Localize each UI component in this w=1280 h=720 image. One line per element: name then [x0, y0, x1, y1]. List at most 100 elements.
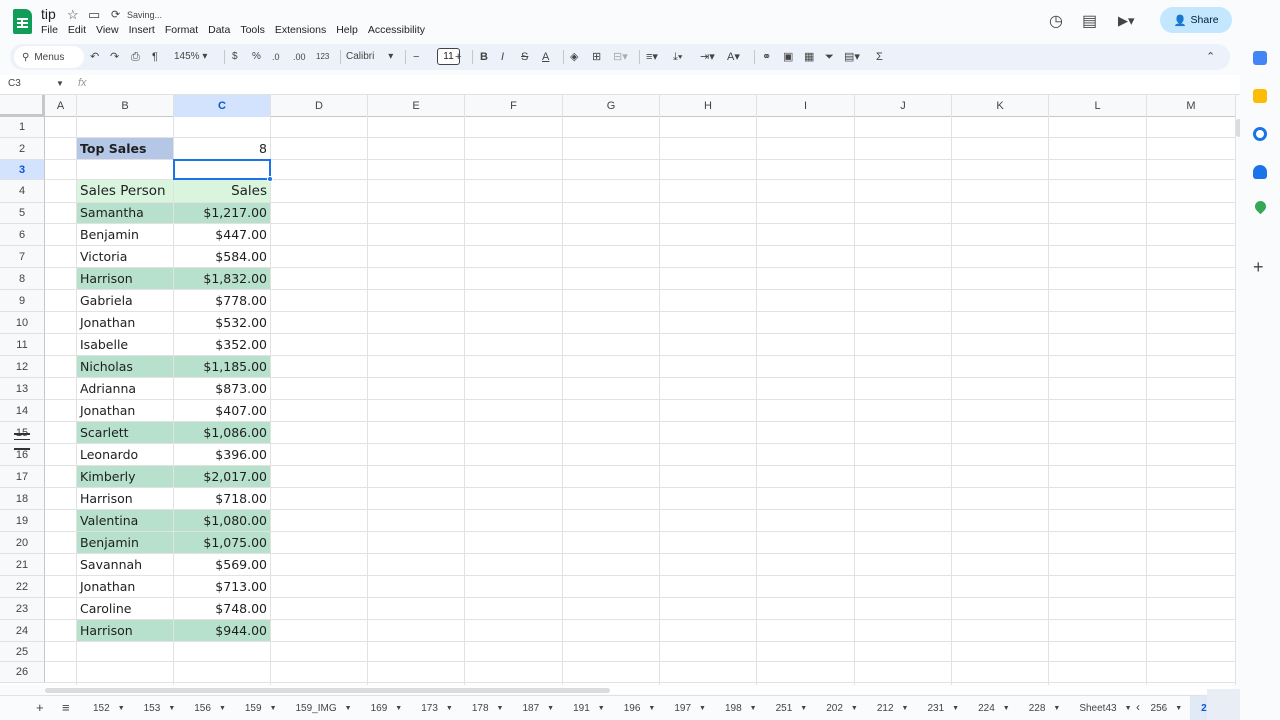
sales-value-cell[interactable]: $1,086.00 [174, 422, 270, 443]
row-header-22[interactable]: 22 [0, 576, 45, 598]
row-resize-handle[interactable] [14, 448, 30, 450]
get-addons-icon[interactable]: + [1253, 257, 1264, 278]
sales-value-cell[interactable]: $1,080.00 [174, 510, 270, 531]
text-wrapping-icon[interactable]: ⇥▾ [700, 48, 715, 66]
column-header-l[interactable]: L [1049, 95, 1147, 117]
sheet-tab-202[interactable]: 202 ▼ [815, 696, 866, 720]
version-history-icon[interactable]: ◷ [1049, 11, 1063, 31]
collapse-toolbar-icon[interactable]: ⌃ [1206, 48, 1215, 66]
row-header-11[interactable]: 11 [0, 334, 45, 356]
menu-format[interactable]: Format [165, 24, 198, 36]
vertical-align-icon[interactable]: ⤓▾ [673, 48, 682, 66]
keep-icon[interactable] [1253, 89, 1267, 103]
sheet-tab-191[interactable]: 191 ▼ [562, 696, 613, 720]
menu-view[interactable]: View [96, 24, 119, 36]
calendar-icon[interactable] [1253, 51, 1267, 65]
sales-value-cell[interactable]: $778.00 [174, 290, 270, 311]
print-icon[interactable]: ⎙ [131, 48, 140, 66]
sales-person-cell[interactable]: Victoria [77, 246, 173, 267]
sheet-tab-sheet43[interactable]: Sheet43 ▼ [1068, 696, 1139, 720]
chevron-down-icon[interactable]: ▼ [1125, 705, 1132, 712]
sales-value-cell[interactable]: $748.00 [174, 598, 270, 619]
row-header-4[interactable]: 4 [0, 180, 45, 203]
chevron-down-icon[interactable]: ▼ [952, 705, 959, 712]
sales-value-cell[interactable]: $407.00 [174, 400, 270, 421]
sheet-tab-173[interactable]: 173 ▼ [410, 696, 461, 720]
sales-person-cell[interactable]: Savannah [77, 554, 173, 575]
sales-person-cell[interactable]: Jonathan [77, 400, 173, 421]
sales-value-cell[interactable]: $2,017.00 [174, 466, 270, 487]
chevron-down-icon[interactable]: ▼ [56, 79, 64, 88]
all-sheets-icon[interactable]: ≡ [62, 700, 70, 715]
sales-value-cell[interactable]: $1,217.00 [174, 203, 270, 223]
sales-value-cell[interactable]: $718.00 [174, 488, 270, 509]
horizontal-scrollbar[interactable] [45, 686, 1235, 694]
menu-help[interactable]: Help [336, 24, 358, 36]
bold-icon[interactable]: B [480, 48, 488, 66]
column-header-m[interactable]: M [1147, 95, 1236, 117]
sheet-tab-169[interactable]: 169 ▼ [360, 696, 411, 720]
functions-icon[interactable]: Σ [876, 48, 883, 66]
sales-person-cell[interactable]: Isabelle [77, 334, 173, 355]
row-header-8[interactable]: 8 [0, 268, 45, 290]
comments-icon[interactable]: ▤ [1082, 11, 1097, 31]
share-button[interactable]: 👤 Share [1160, 7, 1232, 33]
chevron-down-icon[interactable]: ▼ [118, 705, 125, 712]
sheet-tab-156[interactable]: 156 ▼ [183, 696, 234, 720]
horizontal-align-icon[interactable]: ≡▾ [646, 48, 658, 66]
sales-person-cell[interactable]: Adrianna [77, 378, 173, 399]
menu-tools[interactable]: Tools [240, 24, 265, 36]
sales-person-cell[interactable]: Jonathan [77, 312, 173, 333]
italic-icon[interactable]: I [501, 48, 504, 66]
sheet-tab-159_img[interactable]: 159_IMG ▼ [285, 696, 360, 720]
chevron-down-icon[interactable]: ▼ [168, 705, 175, 712]
sales-value-cell[interactable]: $713.00 [174, 576, 270, 597]
sheet-tab-196[interactable]: 196 ▼ [613, 696, 664, 720]
sales-value-cell[interactable]: $1,185.00 [174, 356, 270, 377]
row-header-12[interactable]: 12 [0, 356, 45, 378]
sales-value-cell[interactable]: $532.00 [174, 312, 270, 333]
row-header-2[interactable]: 2 [0, 138, 45, 160]
menu-search[interactable]: ⚲ Menus [14, 46, 84, 68]
row-header-21[interactable]: 21 [0, 554, 45, 576]
sales-value-cell[interactable]: $396.00 [174, 444, 270, 465]
document-title[interactable]: tip [41, 6, 56, 22]
chevron-down-icon[interactable]: ▼ [547, 705, 554, 712]
sheet-tab-251[interactable]: 251 ▼ [765, 696, 816, 720]
star-icon[interactable]: ☆ [67, 7, 79, 23]
chevron-down-icon[interactable]: ▼ [699, 705, 706, 712]
row-header-3[interactable]: 3 [0, 160, 45, 180]
menu-edit[interactable]: Edit [68, 24, 86, 36]
row-header-18[interactable]: 18 [0, 488, 45, 510]
row-header-1[interactable]: 1 [0, 117, 45, 138]
sales-person-header-cell[interactable]: Sales Person [77, 180, 173, 202]
sales-person-cell[interactable]: Valentina [77, 510, 173, 531]
sales-person-cell[interactable]: Kimberly [77, 466, 173, 487]
scroll-tabs-left-icon[interactable]: ‹ [1136, 700, 1140, 714]
sheet-tab-197[interactable]: 197 ▼ [663, 696, 714, 720]
meet-icon[interactable]: ▶▾ [1118, 13, 1135, 29]
row-header-26[interactable]: 26 [0, 662, 45, 683]
chevron-down-icon[interactable]: ▼ [598, 705, 605, 712]
filter-views-icon[interactable]: ▤▾ [844, 48, 860, 66]
borders-icon[interactable]: ⊞ [592, 48, 601, 66]
column-header-k[interactable]: K [952, 95, 1049, 117]
row-resize-handle[interactable] [14, 433, 30, 435]
increase-font-size-icon[interactable]: + [455, 48, 461, 66]
menu-extensions[interactable]: Extensions [275, 24, 326, 36]
row-header-13[interactable]: 13 [0, 378, 45, 400]
text-color-icon[interactable]: A [542, 48, 549, 66]
spreadsheet-grid[interactable]: ABCDEFGHIJKLM 12345678910111213141516171… [0, 95, 1236, 685]
percent-format-button[interactable]: % [252, 48, 261, 66]
redo-icon[interactable]: ↷ [110, 48, 119, 66]
contacts-icon[interactable] [1253, 165, 1267, 179]
undo-icon[interactable]: ↶ [90, 48, 99, 66]
menu-accessibility[interactable]: Accessibility [368, 24, 425, 36]
top-sales-label-cell[interactable]: Top Sales [77, 138, 173, 159]
sheet-tab-178[interactable]: 178 ▼ [461, 696, 512, 720]
horizontal-scroll-thumb[interactable] [45, 688, 610, 693]
column-header-g[interactable]: G [563, 95, 660, 117]
chevron-down-icon[interactable]: ▼ [270, 705, 277, 712]
sales-value-cell[interactable]: $1,832.00 [174, 268, 270, 289]
column-header-a[interactable]: A [45, 95, 77, 117]
